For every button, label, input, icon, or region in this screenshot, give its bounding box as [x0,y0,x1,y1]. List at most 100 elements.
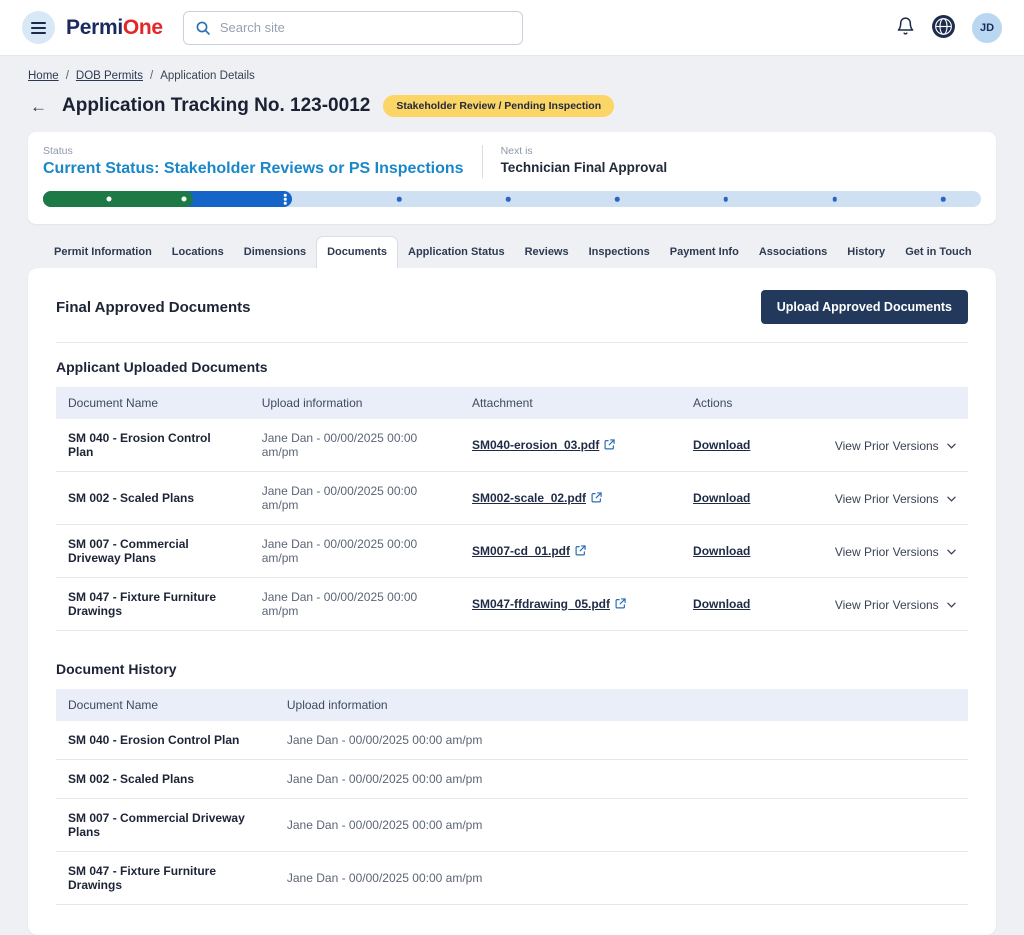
tab-application-status[interactable]: Application Status [398,237,515,268]
app-logo[interactable]: PermiOne [66,16,163,40]
table-header-row: Document Name Upload information [56,689,968,721]
table-row: SM 040 - Erosion Control Plan Jane Dan -… [56,419,968,472]
menu-button[interactable] [22,11,55,44]
attachment-link[interactable]: SM002-scale_02.pdf [472,491,602,505]
breadcrumb-separator: / [149,70,154,82]
search-icon [195,20,211,36]
download-link[interactable]: Download [693,491,750,505]
upload-information: Jane Dan - 00/00/2025 00:00 am/pm [274,851,968,905]
tab-permit-information[interactable]: Permit Information [44,237,162,268]
document-name: SM 007 - Commercial Driveway Plans [56,798,275,852]
table-header-row: Document Name Upload information Attachmen… [56,387,968,419]
view-prior-versions[interactable]: View Prior Versions [835,598,956,612]
upload-approved-documents-button[interactable]: Upload Approved Documents [760,290,968,324]
view-prior-versions-label: View Prior Versions [834,491,942,506]
progress-step-dot [941,196,946,202]
upload-information: Jane Dan - 00/00/2025 00:00 am/pm [249,577,460,631]
upload-information: Jane Dan - 00/00/2025 00:00 am/pm [274,721,968,760]
document-name: SM 040 - Erosion Control Plan [56,419,250,472]
table-row: SM 007 - Commercial Driveway Plans Jane … [56,524,968,578]
progress-step-dot [397,196,402,202]
attachment-filename: SM007-cd_01.pdf [471,543,571,558]
tab-payment-info[interactable]: Payment Info [660,237,749,268]
language-button[interactable] [931,14,956,42]
app-root: PermiOne JD Home / DOB [0,0,1024,935]
status-summary: Status Current Status: Stakeholder Revie… [41,145,983,191]
breadcrumb: Home / DOB Permits / Application Details [28,70,996,82]
status-card: Status Current Status: Stakeholder Revie… [28,132,996,224]
attachment-link[interactable]: SM007-cd_01.pdf [472,544,586,558]
download-link[interactable]: Download [693,438,750,452]
next-status-block: Next is Technician Final Approval [501,145,668,178]
notifications-button[interactable] [896,16,915,39]
search-input[interactable] [219,20,511,35]
progress-bar [43,191,981,207]
column-header: Document Name [56,387,250,419]
attachment-link[interactable]: SM040-erosion_03.pdf [472,438,616,453]
document-history-table: Document Name Upload information SM 040 -… [56,689,968,905]
tab-history[interactable]: History [837,237,895,268]
breadcrumb-home[interactable]: Home [28,70,59,82]
tab-dimensions[interactable]: Dimensions [234,237,316,268]
chevron-down-icon [947,597,956,611]
page-header: ← Application Tracking No. 123-0012 Stak… [28,95,996,117]
next-status-text: Technician Final Approval [500,160,668,175]
back-button[interactable]: ← [28,96,49,117]
view-prior-versions[interactable]: View Prior Versions [835,439,956,453]
top-navbar: PermiOne JD [0,0,1024,56]
hamburger-icon [31,21,46,34]
document-name: SM 040 - Erosion Control Plan [56,721,275,760]
progress-step-dot [723,196,729,202]
avatar[interactable]: JD [972,12,1002,43]
table-row: SM 002 - Scaled Plans Jane Dan - 00/00/2… [56,471,968,525]
tab-associations[interactable]: Associations [749,237,837,268]
external-link-icon [575,544,586,559]
download-link[interactable]: Download [693,544,750,558]
table-row: SM 047 - Fixture Furniture Drawings Jane… [56,577,968,631]
tab-locations[interactable]: Locations [162,237,234,268]
progress-step-dot [181,196,187,202]
document-name: SM 047 - Fixture Furniture Drawings [56,577,250,631]
bell-icon [896,16,915,39]
upload-information: Jane Dan - 00/00/2025 00:00 am/pm [249,471,460,525]
section-title: Final Approved Documents [56,298,251,316]
external-link-icon [604,438,616,453]
tab-documents[interactable]: Documents [316,236,399,268]
column-header: Attachment [459,387,682,419]
table-row: SM 007 - Commercial Driveway Plans Jane … [56,798,968,852]
document-name: SM 007 - Commercial Driveway Plans [56,524,250,578]
column-header: Actions [681,387,823,419]
chevron-down-icon [947,438,956,452]
breadcrumb-dob-permits[interactable]: DOB Permits [76,70,143,82]
download-link[interactable]: Download [693,597,750,611]
uploaded-documents-table: Document Name Upload information Attachmen… [56,387,968,631]
external-link-icon [615,597,626,612]
external-link-icon [591,491,602,506]
document-history-title: Document History [56,661,177,677]
globe-icon [931,14,956,42]
view-prior-versions-label: View Prior Versions [834,544,942,559]
attachment-filename: SM047-ffdrawing_05.pdf [471,596,610,611]
view-prior-versions[interactable]: View Prior Versions [835,545,956,559]
vertical-divider [481,145,483,178]
document-name: SM 047 - Fixture Furniture Drawings [56,851,275,905]
column-header: Upload information [249,387,460,419]
upload-information: Jane Dan - 00/00/2025 00:00 am/pm [249,419,460,472]
tab-get-in-touch[interactable]: Get in Touch [895,237,981,268]
progress-step-dot [832,196,837,202]
next-label: Next is [500,145,533,157]
current-status-text: Current Status: Stakeholder Reviews or P… [43,160,464,177]
attachment-link[interactable]: SM047-ffdrawing_05.pdf [472,597,626,611]
view-prior-versions[interactable]: View Prior Versions [835,492,956,506]
status-badge: Stakeholder Review / Pending Inspection [383,95,615,117]
tab-reviews[interactable]: Reviews [515,237,579,268]
status-label: Status [43,145,73,157]
navbar-actions: JD [896,12,1002,43]
tab-inspections[interactable]: Inspections [579,237,660,268]
progress-completed-segment [43,191,194,207]
panel-header: Final Approved Documents Upload Approved… [56,290,968,324]
current-status-block: Status Current Status: Stakeholder Revie… [43,145,464,178]
chevron-down-icon [947,544,956,558]
document-name: SM 002 - Scaled Plans [56,759,275,799]
table-row: SM 040 - Erosion Control Plan Jane Dan -… [56,721,968,760]
